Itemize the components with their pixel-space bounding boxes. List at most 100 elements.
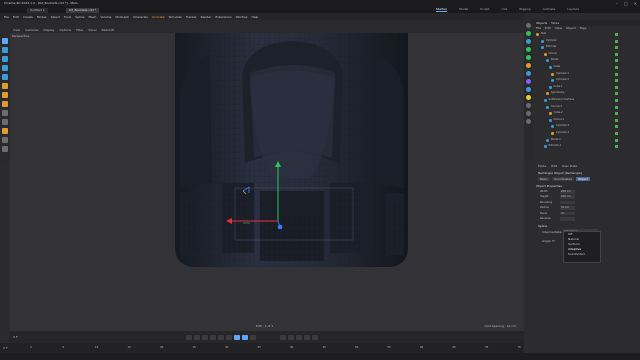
menu-volume[interactable]: Volume bbox=[100, 15, 111, 19]
parameter-key-button[interactable] bbox=[304, 335, 310, 340]
object-row[interactable]: Cylinder.4 bbox=[533, 131, 640, 136]
viewport-menu-display[interactable]: Display bbox=[43, 28, 54, 32]
om-menu-file[interactable]: File bbox=[536, 26, 541, 30]
point-level-button[interactable] bbox=[312, 335, 318, 340]
menu-file[interactable]: File bbox=[4, 15, 9, 19]
attr-tab-userdata[interactable]: User Data bbox=[562, 164, 577, 168]
object-row[interactable]: Null bbox=[533, 32, 640, 37]
om-menu-view[interactable]: View bbox=[555, 26, 562, 30]
live-select-icon[interactable] bbox=[2, 74, 8, 80]
viewport-menu-filter[interactable]: Filter bbox=[76, 28, 83, 32]
field-icon[interactable] bbox=[526, 71, 531, 76]
object-row[interactable]: Cylinder.2 bbox=[533, 78, 640, 83]
menu-character[interactable]: Character bbox=[133, 15, 148, 19]
scale-key-button[interactable] bbox=[288, 335, 294, 340]
object-row[interactable]: Cloner bbox=[533, 52, 640, 57]
object-row[interactable]: Symmetry bbox=[533, 91, 640, 96]
next-key-button[interactable] bbox=[226, 335, 232, 340]
object-row[interactable]: Cloner.1 bbox=[533, 118, 640, 123]
visibility-toggle[interactable] bbox=[615, 39, 618, 43]
layout-startup[interactable]: Startup bbox=[436, 7, 448, 12]
visibility-toggle[interactable] bbox=[615, 112, 618, 116]
subtab-object[interactable]: Object bbox=[575, 177, 590, 181]
autokey-button[interactable] bbox=[242, 335, 248, 340]
motion-button[interactable] bbox=[280, 335, 286, 340]
menu-simulate[interactable]: Simulate bbox=[169, 15, 182, 19]
visibility-toggle[interactable] bbox=[615, 52, 618, 56]
layout-rigging[interactable]: Rigging bbox=[519, 7, 530, 11]
om-menu-object[interactable]: Object bbox=[566, 26, 576, 30]
field-value[interactable]: 200 cm bbox=[560, 195, 575, 199]
object-row[interactable]: Cube bbox=[533, 65, 640, 70]
move-tool-icon[interactable] bbox=[2, 38, 8, 44]
object-row[interactable]: Boole bbox=[533, 58, 640, 63]
visibility-toggle[interactable] bbox=[615, 99, 618, 102]
select-tool-icon[interactable] bbox=[2, 65, 8, 71]
field-value[interactable] bbox=[560, 217, 575, 221]
subtab-coordinates[interactable]: Coordinates bbox=[551, 177, 574, 181]
deformer-icon[interactable] bbox=[526, 63, 531, 68]
visibility-toggle[interactable] bbox=[615, 138, 618, 142]
visibility-toggle[interactable] bbox=[615, 132, 618, 135]
cloner-icon[interactable] bbox=[526, 55, 531, 60]
visibility-toggle[interactable] bbox=[615, 66, 618, 69]
field-value[interactable] bbox=[560, 200, 575, 205]
field-value[interactable]: XY bbox=[560, 211, 575, 216]
rotate-key-button[interactable] bbox=[296, 335, 302, 340]
angle-field[interactable]: 5° bbox=[552, 239, 555, 243]
visibility-toggle[interactable] bbox=[615, 125, 618, 129]
visibility-toggle[interactable] bbox=[615, 118, 618, 122]
object-row[interactable]: Cube.1 bbox=[533, 85, 640, 90]
keyframe-selection-button[interactable] bbox=[250, 335, 256, 340]
visibility-toggle[interactable] bbox=[615, 33, 618, 36]
previous-frame-button[interactable] bbox=[202, 335, 208, 340]
model-render[interactable] bbox=[10, 33, 524, 331]
viewport-menu-panel[interactable]: Panel bbox=[89, 28, 97, 32]
edges-mode-icon[interactable] bbox=[2, 92, 8, 98]
pen-icon[interactable] bbox=[526, 39, 531, 44]
tab-takes[interactable]: Takes bbox=[551, 21, 559, 25]
layout-model[interactable]: Model bbox=[459, 7, 468, 11]
object-row[interactable]: Subdivision Surface bbox=[533, 98, 640, 103]
layout-animate[interactable]: Animate bbox=[543, 7, 556, 11]
polygons-mode-icon[interactable] bbox=[2, 101, 8, 107]
menu-mograph[interactable]: MoGraph bbox=[116, 15, 130, 19]
layout-layouts[interactable]: Layouts bbox=[567, 7, 579, 11]
object-row[interactable]: Extrude bbox=[533, 45, 640, 50]
previous-key-button[interactable] bbox=[194, 335, 200, 340]
play-button[interactable] bbox=[210, 335, 216, 340]
visibility-toggle[interactable] bbox=[615, 145, 618, 149]
light-icon[interactable] bbox=[526, 95, 531, 100]
viewport[interactable]: Perspective Edit: 1 of 1 Grid Spacing:… bbox=[10, 33, 524, 331]
visibility-toggle[interactable] bbox=[615, 105, 618, 109]
dropdown-option[interactable]: Subdivided bbox=[564, 252, 600, 257]
field-value[interactable]: 50 cm bbox=[560, 206, 575, 210]
workplane-icon[interactable] bbox=[2, 146, 8, 152]
field-value[interactable]: 200 cm bbox=[560, 190, 575, 194]
material-icon[interactable] bbox=[526, 103, 531, 108]
menu-edit[interactable]: Edit bbox=[13, 15, 19, 19]
menu-extensions[interactable]: Extensions bbox=[215, 15, 231, 19]
viewport-menu-view[interactable]: View bbox=[13, 28, 20, 32]
om-menu-edit[interactable]: Edit bbox=[545, 26, 551, 30]
axis-icon[interactable] bbox=[2, 119, 8, 125]
menu-window[interactable]: Window bbox=[236, 15, 248, 19]
texture-icon[interactable] bbox=[2, 137, 8, 143]
next-frame-button[interactable] bbox=[218, 335, 224, 340]
object-row[interactable]: Cylinder bbox=[533, 39, 640, 44]
object-row[interactable]: Cylinder.3 bbox=[533, 124, 640, 129]
tag-icon[interactable] bbox=[526, 119, 531, 124]
viewport-menu-options[interactable]: Options bbox=[60, 28, 72, 32]
snap-icon[interactable] bbox=[2, 110, 8, 116]
om-menu-tags[interactable]: Tags bbox=[580, 26, 587, 30]
scale-tool-icon[interactable] bbox=[2, 47, 8, 53]
menu-modes[interactable]: Modes bbox=[37, 15, 47, 19]
visibility-toggle[interactable] bbox=[615, 85, 618, 89]
render-icon[interactable] bbox=[526, 111, 531, 116]
subdivision-icon[interactable] bbox=[526, 47, 531, 52]
interpolation-dropdown[interactable]: Off Natural Uniform Adaptive Subdivided bbox=[563, 231, 601, 263]
object-row[interactable]: Boole.1 bbox=[533, 138, 640, 143]
layout-uvs[interactable]: UVs bbox=[502, 7, 508, 11]
menu-tools[interactable]: Tools bbox=[64, 15, 71, 19]
visibility-toggle[interactable] bbox=[615, 46, 618, 50]
